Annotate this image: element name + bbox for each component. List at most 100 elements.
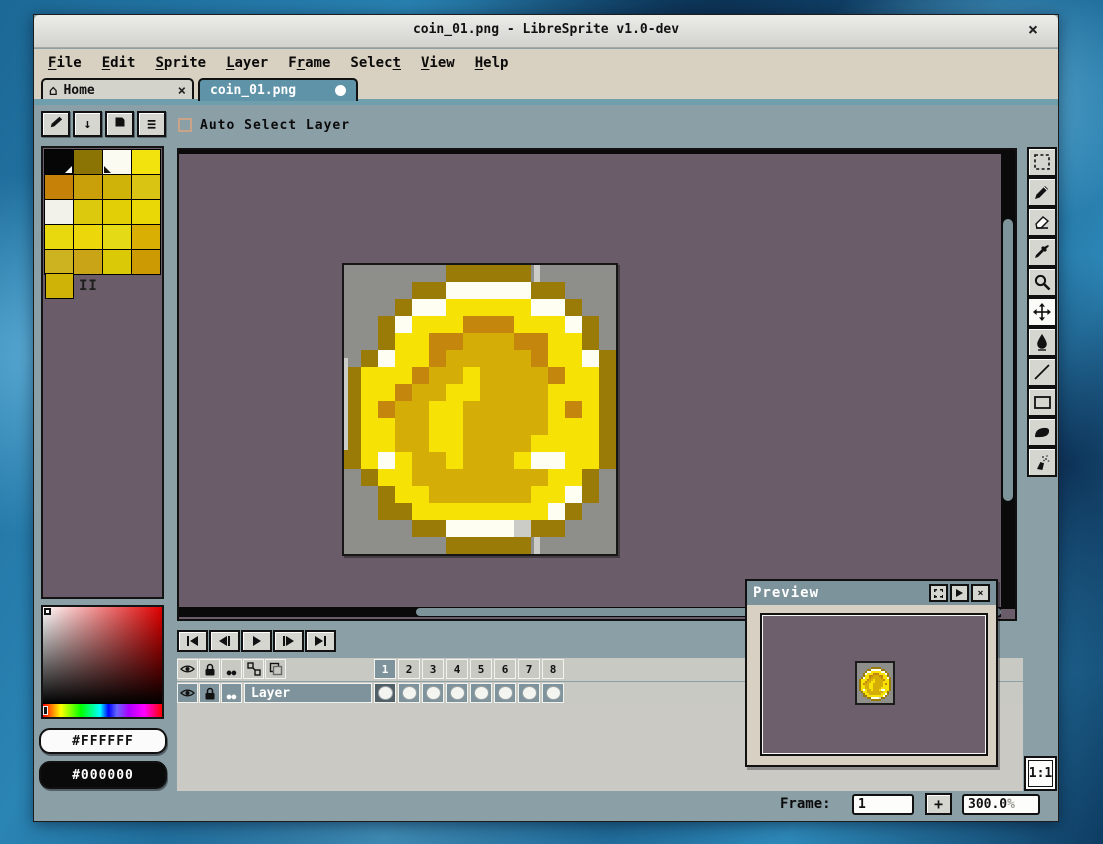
menu-select[interactable]: Select [340,52,411,74]
palette-options-button[interactable]: ≡ [137,111,166,137]
linked-toggle[interactable] [243,659,264,679]
palette-swatch[interactable] [103,250,131,274]
palette-swatch[interactable] [103,175,131,199]
menu-layer[interactable]: Layer [216,52,278,74]
frame-header-3[interactable]: 3 [422,659,444,679]
lock-toggle[interactable] [199,659,220,679]
palette-presets-button[interactable]: ↓ [73,111,102,137]
hue-bar[interactable] [43,704,162,717]
background-color-button[interactable]: #000000 [39,761,167,789]
title-bar[interactable]: coin_01.png - LibreSprite v1.0-dev × [34,15,1058,48]
last-frame-button[interactable] [305,630,336,652]
frame-header-7[interactable]: 7 [518,659,540,679]
tab-home[interactable]: ⌂ Home × [41,78,194,101]
palette-swatch[interactable] [103,225,131,249]
vertical-scrollbar[interactable] [1001,154,1015,609]
cel-frame-1[interactable] [374,683,396,703]
line-tool[interactable] [1027,357,1057,387]
rectangular-marquee-tool[interactable] [1027,147,1057,177]
tab-home-close-icon[interactable]: × [178,83,186,99]
frame-header-6[interactable]: 6 [494,659,516,679]
foreground-color-button[interactable]: #FFFFFF [39,728,167,754]
edit-palette-button[interactable] [41,111,70,137]
palette-swatch[interactable] [103,150,131,174]
preview-title-bar[interactable]: Preview × [747,581,996,605]
palette-swatch[interactable] [45,250,73,274]
menu-frame[interactable]: Frame [278,52,340,74]
palette-swatch[interactable] [74,200,102,224]
palette-swatch[interactable] [74,150,102,174]
preview-window[interactable]: Preview × [745,579,998,767]
palette-swatch[interactable] [74,175,102,199]
move-tool[interactable] [1027,297,1057,327]
menu-sprite[interactable]: Sprite [145,52,216,74]
play-button[interactable] [241,630,272,652]
cels-toggle[interactable]: ●● [221,659,242,679]
sv-cursor[interactable] [44,608,51,615]
palette-swatch[interactable] [132,175,160,199]
new-palette-button[interactable] [105,111,134,137]
window-close-button[interactable]: × [1022,19,1044,41]
cel-frame-7[interactable] [518,683,540,703]
palette-swatch[interactable] [132,250,160,274]
frame-header-4[interactable]: 4 [446,659,468,679]
cel-frame-3[interactable] [422,683,444,703]
eraser-tool[interactable] [1027,207,1057,237]
duplicates-toggle[interactable] [265,659,286,679]
palette-swatch[interactable] [45,200,73,224]
palette-swatch[interactable] [132,225,160,249]
menu-view[interactable]: View [411,52,465,74]
prev-frame-button[interactable] [209,630,240,652]
paint-bucket-tool[interactable] [1027,327,1057,357]
rectangle-tool[interactable] [1027,387,1057,417]
sprite-canvas[interactable] [342,263,618,556]
eye-toggle[interactable] [177,659,198,679]
palette-swatch[interactable] [45,225,73,249]
preview-center-button[interactable] [929,584,948,602]
contour-tool[interactable] [1027,417,1057,447]
palette-swatch[interactable] [74,225,102,249]
palette-swatch[interactable] [45,150,73,174]
auto-select-layer-checkbox[interactable] [178,118,192,132]
palette-swatch[interactable] [132,200,160,224]
cel-frame-2[interactable] [398,683,420,703]
vertical-scrollbar-thumb[interactable] [1003,219,1013,501]
saturation-value-gradient[interactable] [43,607,162,704]
layer-lock-toggle[interactable] [199,683,220,703]
menu-help[interactable]: Help [465,52,519,74]
next-frame-button[interactable] [273,630,304,652]
zoom-icon [1033,273,1052,292]
first-frame-button[interactable] [177,630,208,652]
layer-eye-toggle[interactable] [177,683,198,703]
layer-cels-toggle[interactable]: ●● [221,683,242,703]
tab-coin-01-png[interactable]: coin_01.png [198,78,358,101]
cel-frame-8[interactable] [542,683,564,703]
canvas-viewport[interactable] [177,148,1017,621]
pencil-tool[interactable] [1027,177,1057,207]
spray-tool[interactable] [1027,447,1057,477]
frame-header-5[interactable]: 5 [470,659,492,679]
menu-file[interactable]: File [38,52,92,74]
eyedropper-tool[interactable] [1027,237,1057,267]
palette-swatch[interactable] [103,200,131,224]
frame-header-2[interactable]: 2 [398,659,420,679]
palette-swatch[interactable] [74,250,102,274]
cel-frame-6[interactable] [494,683,516,703]
cel-frame-5[interactable] [470,683,492,703]
hue-cursor[interactable] [43,706,48,715]
zoom-input[interactable]: 300.0% [962,794,1040,815]
menu-edit[interactable]: Edit [92,52,146,74]
frame-header-8[interactable]: 8 [542,659,564,679]
palette-swatch[interactable] [45,273,74,299]
layer-name[interactable]: Layer [244,683,372,703]
zoom-tool[interactable] [1027,267,1057,297]
cel-frame-4[interactable] [446,683,468,703]
zoom-1-1-button[interactable]: 1:1 [1024,756,1057,791]
frame-header-1[interactable]: 1 [374,659,396,679]
frame-number-input[interactable]: 1 [852,794,914,815]
add-frame-button[interactable]: + [925,793,952,815]
preview-close-button[interactable]: × [971,584,990,602]
palette-swatch[interactable] [45,175,73,199]
palette-swatch[interactable] [132,150,160,174]
preview-play-button[interactable] [950,584,969,602]
